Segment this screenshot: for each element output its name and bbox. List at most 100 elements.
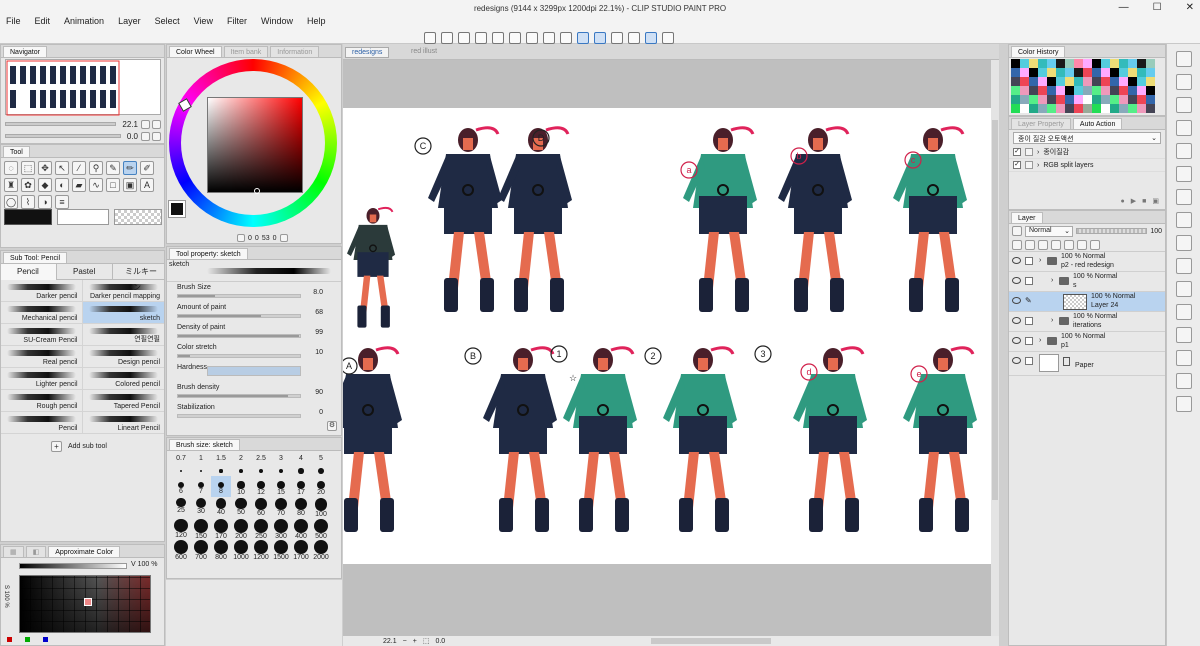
history-swatch[interactable]: [1047, 104, 1056, 113]
history-swatch[interactable]: [1101, 95, 1110, 104]
group-pencil[interactable]: Pencil: [1, 263, 57, 280]
loading-icon[interactable]: [458, 32, 470, 44]
brush-size-cell[interactable]: 17: [291, 476, 311, 497]
history-swatch[interactable]: [1092, 59, 1101, 68]
history-swatch[interactable]: [1020, 104, 1029, 113]
crop-icon[interactable]: [543, 32, 555, 44]
history-swatch[interactable]: [1038, 59, 1047, 68]
brush-size-cell[interactable]: 12: [251, 476, 271, 497]
history-swatch[interactable]: [1047, 59, 1056, 68]
history-swatch[interactable]: [1101, 104, 1110, 113]
history-swatch[interactable]: [1128, 68, 1137, 77]
history-swatch[interactable]: [1065, 59, 1074, 68]
history-swatch[interactable]: [1110, 104, 1119, 113]
rotate-left-icon[interactable]: [141, 131, 150, 141]
menu-layer[interactable]: Layer: [118, 16, 141, 26]
canvas-viewport[interactable]: C Da b c A B 1 ☆ 2 3 d e: [328, 60, 991, 636]
brush-size-cell[interactable]: 1700: [291, 539, 311, 561]
brush-item[interactable]: sketch: [82, 302, 164, 324]
redo-icon[interactable]: [441, 32, 453, 44]
settings-gear-icon[interactable]: [1175, 396, 1192, 412]
history-swatch[interactable]: [1119, 59, 1128, 68]
history-swatch[interactable]: [1029, 68, 1038, 77]
brush-size-cell[interactable]: 1500: [271, 539, 291, 561]
brush-size-cell[interactable]: 4: [291, 455, 311, 476]
history-swatch[interactable]: [1146, 68, 1155, 77]
history-swatch[interactable]: [1074, 104, 1083, 113]
history-swatch[interactable]: [1020, 95, 1029, 104]
current-color-swatch[interactable]: [168, 200, 186, 218]
value-slider[interactable]: [19, 563, 127, 569]
history-swatch[interactable]: [1137, 95, 1146, 104]
menu-edit[interactable]: Edit: [35, 16, 51, 26]
brush-size-cell[interactable]: 170: [211, 518, 231, 540]
history-swatch[interactable]: [1119, 68, 1128, 77]
correct-line-icon[interactable]: ⌇: [21, 195, 35, 209]
history-swatch[interactable]: [1119, 95, 1128, 104]
history-swatch[interactable]: [1029, 59, 1038, 68]
lock-transparent-icon[interactable]: [1051, 239, 1061, 250]
history-swatch[interactable]: [1011, 86, 1020, 95]
history-swatch[interactable]: [1047, 95, 1056, 104]
fit-icon[interactable]: ⬚: [423, 637, 430, 645]
add-subtool-icon[interactable]: +: [51, 440, 62, 452]
tab-subtool[interactable]: Sub Tool: Pencil: [3, 252, 68, 263]
history-swatch[interactable]: [1137, 86, 1146, 95]
minimize-button[interactable]: —: [1119, 2, 1129, 13]
history-swatch[interactable]: [1074, 68, 1083, 77]
history-swatch[interactable]: [1029, 86, 1038, 95]
folder-expand-icon[interactable]: ›: [1051, 277, 1053, 284]
history-swatch[interactable]: [1011, 68, 1020, 77]
ruler-icon[interactable]: ≡: [55, 195, 69, 209]
history-swatch[interactable]: [1137, 104, 1146, 113]
auto-action-item[interactable]: ✓ › 종이질감: [1009, 146, 1165, 159]
add-subtool-row[interactable]: + Add sub tool: [1, 434, 164, 458]
menu-view[interactable]: View: [194, 16, 213, 26]
brush-item[interactable]: Lighter pencil: [1, 368, 83, 390]
brush-size-cell[interactable]: 700: [191, 539, 211, 561]
layer-row[interactable]: › 100 % Normal p2 - red redesign: [1009, 252, 1165, 272]
hscroll-thumb[interactable]: [651, 638, 772, 644]
layer-row[interactable]: Paper: [1009, 352, 1165, 376]
brush-item[interactable]: Mechanical pencil: [1, 302, 83, 324]
property-slider[interactable]: [177, 334, 301, 338]
tab-layer-property[interactable]: Layer Property: [1011, 118, 1071, 129]
pencil-icon[interactable]: ✏: [123, 161, 137, 175]
tab-item-bank[interactable]: Item bank: [223, 46, 269, 57]
brush-item[interactable]: Real pencil: [1, 346, 83, 368]
mask-layer-icon[interactable]: [1175, 327, 1192, 343]
sub-color-swatch[interactable]: [57, 209, 109, 225]
new-folder-icon[interactable]: [1175, 97, 1192, 113]
expand-icon[interactable]: [1175, 281, 1192, 297]
history-swatch[interactable]: [1029, 104, 1038, 113]
brush-item[interactable]: Design pencil: [82, 346, 164, 368]
transparent-color-swatch[interactable]: [114, 209, 162, 225]
frame-icon[interactable]: ▣: [123, 178, 137, 192]
history-swatch[interactable]: [1020, 77, 1029, 86]
tab-color-history[interactable]: Color History: [1011, 46, 1066, 57]
menu-animation[interactable]: Animation: [64, 16, 104, 26]
layer-lock-check[interactable]: [1025, 257, 1033, 265]
brush-item[interactable]: 연필연필: [82, 324, 164, 346]
brush-icon[interactable]: ✐: [140, 161, 154, 175]
brush-size-cell[interactable]: 25: [171, 497, 191, 518]
layer-row[interactable]: › 100 % Normal p1: [1009, 332, 1165, 352]
layer-lock-check[interactable]: [1025, 337, 1033, 345]
history-swatch[interactable]: [1137, 77, 1146, 86]
copy-icon[interactable]: [1175, 166, 1192, 182]
action-chevron-icon[interactable]: ›: [1037, 149, 1039, 156]
text-icon[interactable]: A: [140, 178, 154, 192]
history-swatch[interactable]: [1065, 95, 1074, 104]
navigator-preview[interactable]: [5, 59, 161, 116]
layer-row[interactable]: 100 % Normal Layer 24 ✎: [1009, 292, 1165, 312]
folder-expand-icon[interactable]: ›: [1039, 337, 1041, 344]
brush-item[interactable]: Pencil: [1, 412, 83, 434]
brush-item[interactable]: Darker pencil mapping: [82, 280, 164, 302]
zoom-tool-icon[interactable]: ⚲: [89, 161, 103, 175]
property-slider[interactable]: [177, 314, 301, 318]
add-action-icon[interactable]: ▣: [1152, 197, 1159, 205]
reference-layer-icon[interactable]: [1025, 239, 1035, 250]
flag-icon[interactable]: [628, 32, 640, 44]
brush-size-cell[interactable]: 300: [271, 518, 291, 540]
history-swatch[interactable]: [1083, 104, 1092, 113]
